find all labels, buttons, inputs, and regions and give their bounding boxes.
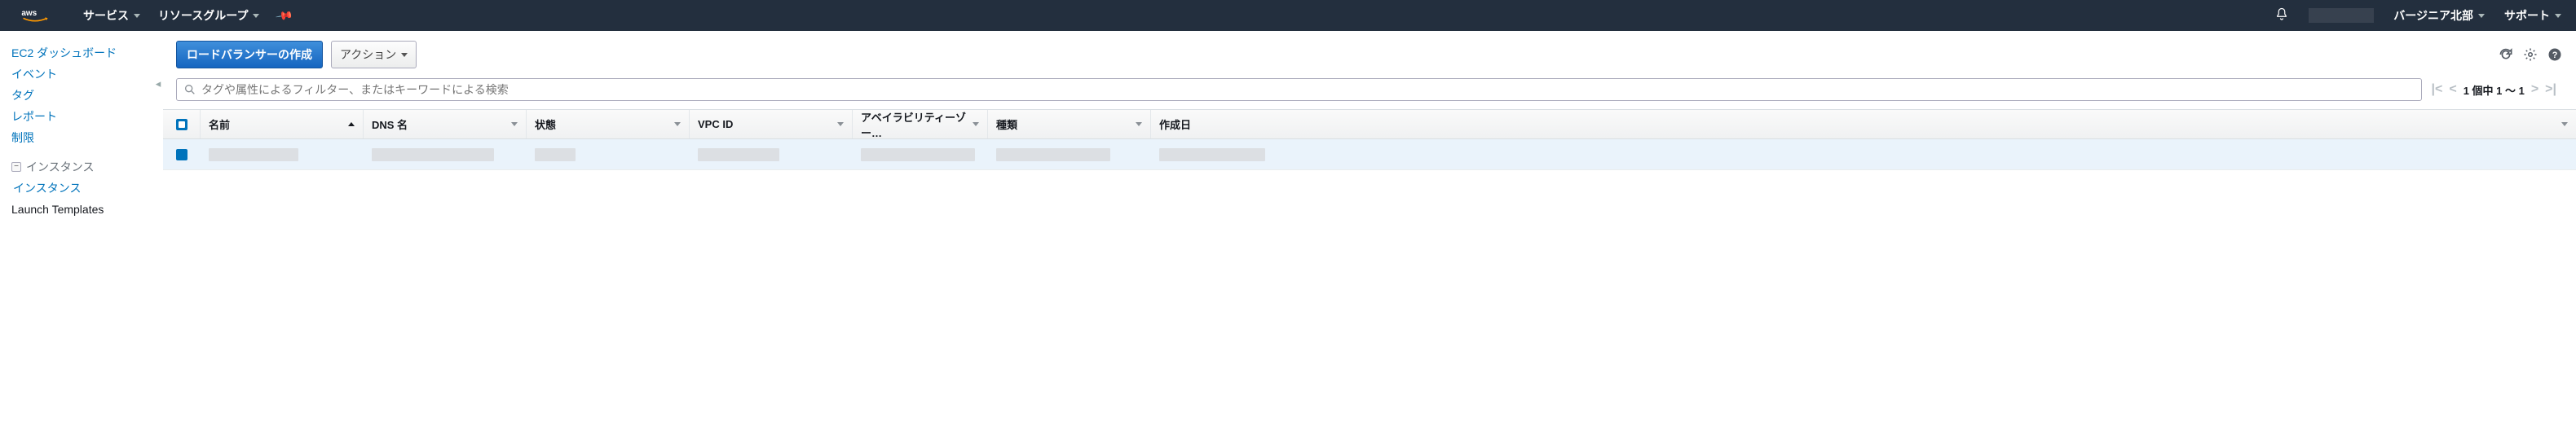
redacted-value <box>209 148 298 161</box>
col-checkbox[interactable] <box>163 110 201 138</box>
redacted-value <box>861 148 975 161</box>
cell-created <box>1151 139 2576 169</box>
aws-logo[interactable]: aws <box>15 7 55 24</box>
collapse-icon: − <box>11 162 21 172</box>
sort-asc-icon <box>348 122 355 126</box>
col-dns-label: DNS 名 <box>372 116 408 132</box>
filter-input[interactable] <box>201 83 2415 96</box>
settings-button[interactable] <box>2522 46 2539 63</box>
nav-services[interactable]: サービス <box>83 7 140 24</box>
cell-name <box>201 139 364 169</box>
col-az-label: アベイラビリティーゾー… <box>861 109 968 140</box>
cell-vpc <box>690 139 853 169</box>
pin-icon: 📌 <box>275 6 294 25</box>
cell-type <box>988 139 1151 169</box>
cell-dns <box>364 139 527 169</box>
search-bar-row: |< < 1 個中 1 ～ 1 > >| <box>163 78 2576 109</box>
nav-services-label: サービス <box>83 7 129 24</box>
col-dns[interactable]: DNS 名 <box>364 110 527 138</box>
page-last-button[interactable]: >| <box>2545 82 2556 97</box>
search-icon <box>183 83 196 96</box>
caret-down-icon <box>2555 14 2561 18</box>
col-created-label: 作成日 <box>1159 116 1191 132</box>
actions-button[interactable]: アクション <box>331 41 417 68</box>
refresh-icon <box>2498 46 2514 63</box>
region-selector[interactable]: バージニア北部 <box>2393 7 2485 24</box>
toolbar: ロードバランサーの作成 アクション ? <box>163 31 2576 78</box>
pagination: |< < 1 個中 1 ～ 1 > >| <box>2432 82 2563 98</box>
page-first-button[interactable]: |< <box>2432 82 2443 97</box>
create-load-balancer-button[interactable]: ロードバランサーの作成 <box>176 41 323 68</box>
help-icon: ? <box>2547 46 2563 63</box>
col-state[interactable]: 状態 <box>527 110 690 138</box>
sidebar-tags[interactable]: タグ <box>11 85 155 106</box>
checkbox-icon <box>176 119 187 130</box>
caret-down-icon <box>973 122 979 126</box>
col-name[interactable]: 名前 <box>201 110 364 138</box>
col-name-label: 名前 <box>209 116 230 132</box>
support-menu[interactable]: サポート <box>2504 7 2561 24</box>
caret-down-icon <box>2561 122 2568 126</box>
caret-down-icon <box>674 122 681 126</box>
bell-icon <box>2274 7 2289 22</box>
caret-down-icon <box>511 122 518 126</box>
caret-down-icon <box>253 14 259 18</box>
nav-pin[interactable]: 📌 <box>277 9 291 23</box>
redacted-value <box>1159 148 1265 161</box>
col-vpc[interactable]: VPC ID <box>690 110 853 138</box>
sidebar-events[interactable]: イベント <box>11 64 155 85</box>
redacted-value <box>698 148 779 161</box>
col-vpc-label: VPC ID <box>698 118 733 130</box>
global-nav: aws サービス リソースグループ 📌 バージニア北部 サポート <box>0 0 2576 31</box>
page-prev-button[interactable]: < <box>2449 82 2456 97</box>
row-checkbox-cell[interactable] <box>163 139 201 169</box>
svg-text:?: ? <box>2552 50 2558 60</box>
account-menu[interactable] <box>2309 8 2374 23</box>
caret-down-icon <box>401 53 408 57</box>
pagination-text: 1 個中 1 ～ 1 <box>2464 82 2525 98</box>
sidebar-dashboard[interactable]: EC2 ダッシュボード <box>11 42 155 64</box>
refresh-button[interactable] <box>2498 46 2514 63</box>
sidebar: EC2 ダッシュボード イベント タグ レポート 制限 − インスタンス インス… <box>0 31 155 222</box>
sidebar-reports[interactable]: レポート <box>11 106 155 127</box>
table-row[interactable] <box>163 139 2576 170</box>
caret-down-icon <box>1136 122 1142 126</box>
col-type-label: 種類 <box>996 116 1017 132</box>
caret-down-icon <box>2478 14 2485 18</box>
nav-resource-groups-label: リソースグループ <box>158 7 248 24</box>
nav-right: バージニア北部 サポート <box>2274 7 2561 24</box>
col-state-label: 状態 <box>535 116 556 132</box>
nav-resource-groups[interactable]: リソースグループ <box>158 7 259 24</box>
sidebar-group-label: インスタンス <box>26 156 94 178</box>
help-button[interactable]: ? <box>2547 46 2563 63</box>
gear-icon <box>2523 47 2538 62</box>
sidebar-launch-templates[interactable]: Launch Templates <box>11 199 155 220</box>
redacted-value <box>535 148 576 161</box>
region-label: バージニア北部 <box>2393 7 2473 24</box>
actions-label: アクション <box>340 46 396 63</box>
svg-text:aws: aws <box>21 9 37 18</box>
sidebar-limits[interactable]: 制限 <box>11 127 155 148</box>
content-area: ロードバランサーの作成 アクション ? |< <box>163 31 2576 222</box>
col-type[interactable]: 種類 <box>988 110 1151 138</box>
col-created[interactable]: 作成日 <box>1151 110 2576 138</box>
col-az[interactable]: アベイラビリティーゾー… <box>853 110 988 138</box>
cell-az <box>853 139 988 169</box>
caret-down-icon <box>134 14 140 18</box>
table-header: 名前 DNS 名 状態 VPC ID アベイラビリティーゾー… 種類 作成日 <box>163 110 2576 139</box>
main-shell: EC2 ダッシュボード イベント タグ レポート 制限 − インスタンス インス… <box>0 31 2576 222</box>
redacted-value <box>996 148 1110 161</box>
checkbox-checked-icon <box>176 149 187 160</box>
sidebar-resize-handle[interactable]: ◂ <box>155 31 163 222</box>
filter-search[interactable] <box>176 78 2422 101</box>
sidebar-instances[interactable]: インスタンス <box>11 178 155 199</box>
redacted-value <box>372 148 494 161</box>
sidebar-group-instances[interactable]: − インスタンス <box>11 156 155 178</box>
page-next-button[interactable]: > <box>2531 82 2539 97</box>
caret-down-icon <box>837 122 844 126</box>
load-balancers-table: 名前 DNS 名 状態 VPC ID アベイラビリティーゾー… 種類 作成日 <box>163 109 2576 170</box>
cell-state <box>527 139 690 169</box>
notifications-button[interactable] <box>2274 7 2289 24</box>
support-label: サポート <box>2504 7 2550 24</box>
